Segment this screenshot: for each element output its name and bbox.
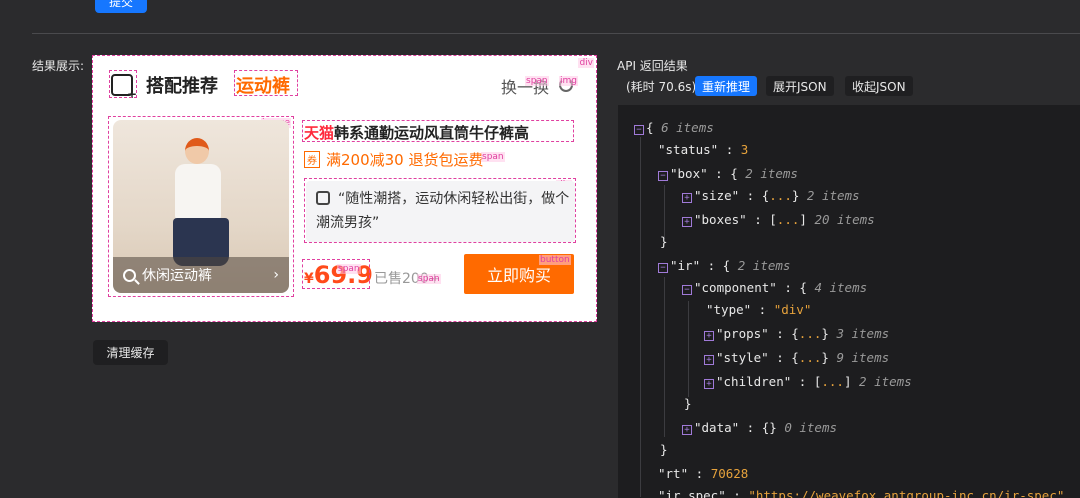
- rerun-button[interactable]: 重新推理: [695, 76, 758, 96]
- json-close-brace: }: [684, 396, 692, 411]
- coupon-icon: 券: [304, 151, 320, 168]
- json-close-brace: }: [660, 442, 668, 457]
- promo-text: 满200减30 退货包运费: [326, 151, 484, 169]
- json-row-status: "status" : 3: [658, 142, 749, 157]
- collapse-toggle-icon[interactable]: −: [682, 285, 692, 295]
- json-row-data: + "data" : {} 0 items: [682, 419, 837, 437]
- json-viewer: −{ 6 items "status" : 3 − "box" : { 2 ite…: [618, 105, 1080, 498]
- debug-tag-span: span: [417, 274, 441, 284]
- result-label: 结果展示:: [32, 59, 85, 73]
- header-title: 搭配推荐: [146, 76, 218, 97]
- debug-tag-img: img: [559, 76, 578, 86]
- json-row-boxes: + "boxes" : [...] 20 items: [682, 211, 875, 229]
- clear-cache-button[interactable]: 清理缓存: [93, 340, 168, 365]
- json-row-size: + "size" : {...} 2 items: [682, 187, 860, 205]
- json-row-type: "type" : "div": [706, 302, 812, 317]
- photo-model-head: [185, 138, 209, 164]
- json-row-rt: "rt" : 70628: [658, 466, 749, 481]
- json-row-irspec: "ir_spec" : "https://weavefox.antgroup-i…: [658, 488, 1065, 498]
- divider: [32, 33, 1080, 34]
- collapse-toggle-icon[interactable]: −: [658, 263, 668, 273]
- expand-toggle-icon[interactable]: +: [704, 379, 714, 389]
- preview-card: div 搭配推荐 运动裤 换一换 span img image 休闲运动裤 › …: [92, 55, 597, 322]
- debug-tag-button: button: [539, 255, 571, 265]
- api-elapsed-time: (耗时 70.6s): [626, 80, 697, 94]
- product-photo[interactable]: 休闲运动裤 ›: [113, 120, 289, 293]
- json-row-props: + "props" : {...} 3 items: [704, 325, 889, 343]
- chevron-right-icon: ›: [273, 267, 279, 283]
- json-root: −{ 6 items: [634, 119, 714, 137]
- debug-tag-span: span: [525, 76, 549, 86]
- recommendation-box: “随性潮搭，运动休闲轻松出街，做个潮流男孩”: [306, 181, 575, 242]
- expand-json-button[interactable]: 展开JSON: [766, 76, 834, 96]
- expand-toggle-icon[interactable]: +: [682, 217, 692, 227]
- tree-guide: [664, 185, 665, 239]
- tree-guide: [688, 301, 689, 397]
- expand-toggle-icon[interactable]: +: [704, 355, 714, 365]
- api-title: API 返回结果: [617, 59, 688, 73]
- header-subtitle: 运动裤: [236, 76, 290, 97]
- submit-button[interactable]: 提交: [95, 0, 147, 13]
- debug-tag-span: span: [337, 264, 361, 274]
- expand-toggle-icon[interactable]: +: [704, 331, 714, 341]
- json-close-brace: }: [660, 234, 668, 249]
- debug-box: [302, 120, 574, 142]
- recommendation-text: “随性潮搭，运动休闲轻松出街，做个潮流男孩”: [316, 191, 570, 231]
- photo-model-top: [175, 164, 221, 220]
- collapse-json-button[interactable]: 收起JSON: [845, 76, 913, 96]
- debug-tag-div: div: [578, 58, 594, 68]
- debug-tag-span: span: [481, 152, 505, 162]
- json-row-style: + "style" : {...} 9 items: [704, 349, 889, 367]
- collapse-toggle-icon[interactable]: −: [658, 171, 668, 181]
- expand-toggle-icon[interactable]: +: [682, 193, 692, 203]
- tree-guide: [640, 137, 641, 497]
- photo-search-text: 休闲运动裤: [142, 268, 212, 284]
- photo-search-bar[interactable]: 休闲运动裤 ›: [113, 257, 289, 293]
- search-icon: [123, 268, 136, 282]
- json-row-ir: − "ir" : { 2 items: [658, 257, 790, 275]
- json-row-children: + "children" : [...] 2 items: [704, 373, 912, 391]
- json-row-box: − "box" : { 2 items: [658, 165, 798, 183]
- expand-toggle-icon[interactable]: +: [682, 425, 692, 435]
- collapse-toggle-icon[interactable]: −: [634, 125, 644, 135]
- json-row-component: − "component" : { 4 items: [682, 279, 867, 297]
- tree-guide: [664, 277, 665, 437]
- debug-box: [109, 70, 137, 98]
